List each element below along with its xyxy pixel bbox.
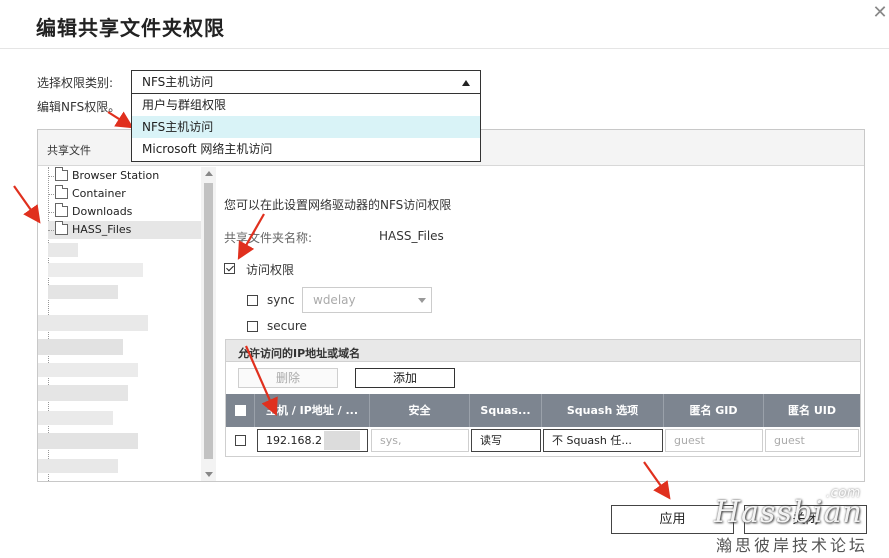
col-anon-gid[interactable]: 匿名 GID [664, 394, 764, 427]
col-security[interactable]: 安全 [370, 394, 470, 427]
folder-icon [55, 167, 68, 181]
tree-item-label: Downloads [72, 205, 133, 218]
select-all-cell [226, 394, 255, 427]
watermark-com: .com [826, 485, 861, 501]
obscured-tree-item [38, 459, 118, 473]
shared-folders-header: 共享文件 [47, 144, 91, 157]
ip-table-header: 主机 / IP地址 / ... 安全 Squas... Squash 选项 匿名… [226, 394, 860, 427]
chevron-down-icon [418, 298, 426, 303]
tree-scrollbar[interactable] [201, 167, 216, 481]
permission-type-label: 选择权限类别: [37, 76, 114, 90]
obscured-tree-item [38, 385, 128, 401]
anon-gid-field[interactable]: guest [665, 429, 763, 452]
tree-item-label: Browser Station [72, 169, 160, 182]
col-anon-uid[interactable]: 匿名 UID [764, 394, 860, 427]
ip-access-section: 允许访问的IP地址或域名 删除 添加 主机 / IP地址 / ... 安全 Sq… [225, 339, 861, 457]
close-icon[interactable]: ✕ [872, 2, 888, 24]
permission-type-select[interactable]: NFS主机访问 [131, 70, 481, 94]
scroll-up-icon[interactable] [205, 171, 213, 176]
main-panel: 共享文件 Browser Station Container Downloads… [37, 129, 865, 482]
scroll-down-icon[interactable] [205, 472, 213, 477]
delete-button[interactable]: 删除 [238, 368, 338, 388]
add-button[interactable]: 添加 [355, 368, 455, 388]
table-row: 192.168.2 sys, 读写 不 Squash 任... guest gu… [226, 427, 860, 455]
share-name-value: HASS_Files [379, 229, 444, 243]
squash-option-field[interactable]: 不 Squash 任... [543, 429, 663, 452]
folder-icon [55, 185, 68, 199]
obscured-tree-item [38, 363, 138, 377]
folder-icon [55, 203, 68, 217]
dropdown-option-nfs[interactable]: NFS主机访问 [132, 116, 480, 138]
title-divider [0, 48, 889, 49]
access-right-label: 访问权限 [246, 263, 295, 277]
obscured-tree-item [48, 263, 143, 277]
folder-tree: Browser Station Container Downloads HASS… [38, 167, 216, 481]
sync-checkbox[interactable] [247, 295, 258, 306]
host-value: 192.168.2 [266, 434, 322, 447]
obscured-tree-item [38, 433, 138, 449]
obscured-tree-item [38, 315, 148, 331]
watermark-cn: 瀚思彼岸技术论坛 [716, 536, 869, 555]
tree-item-container[interactable]: Container [48, 185, 208, 203]
col-host[interactable]: 主机 / IP地址 / ... [255, 394, 370, 427]
dialog-title: 编辑共享文件夹权限 [36, 16, 225, 40]
arrow-to-hass-files [13, 185, 41, 224]
folder-icon [55, 221, 68, 235]
secure-label: secure [267, 319, 307, 333]
nfs-description: 您可以在此设置网络驱动器的NFS访问权限 [224, 198, 452, 212]
sync-mode-value: wdelay [313, 293, 356, 307]
obscured-tree-item [48, 285, 118, 299]
obscured-tree-item [38, 411, 113, 425]
tree-item-hass-files[interactable]: HASS_Files [48, 221, 208, 239]
permission-type-dropdown: 用户与群组权限 NFS主机访问 Microsoft 网络主机访问 [131, 94, 481, 162]
scrollbar-thumb[interactable] [204, 183, 213, 459]
secure-checkbox[interactable] [247, 321, 258, 332]
share-name-label: 共享文件夹名称: [224, 231, 313, 245]
tree-item-label: HASS_Files [72, 223, 132, 236]
ip-section-header: 允许访问的IP地址或域名 [226, 340, 860, 362]
select-all-checkbox[interactable] [235, 405, 246, 416]
dropdown-option-microsoft[interactable]: Microsoft 网络主机访问 [132, 138, 480, 160]
edit-nfs-label: 编辑NFS权限。 [37, 100, 121, 114]
tree-item-downloads[interactable]: Downloads [48, 203, 208, 221]
squash-field[interactable]: 读写 [471, 429, 541, 452]
col-squash-option[interactable]: Squash 选项 [542, 394, 664, 427]
tree-item-browser-station[interactable]: Browser Station [48, 167, 208, 185]
obscured-tree-item [38, 339, 123, 355]
permission-type-selected: NFS主机访问 [142, 75, 214, 89]
obscured-ip-suffix [324, 431, 360, 450]
sync-mode-select[interactable]: wdelay [302, 287, 432, 313]
dropdown-option-user-group[interactable]: 用户与群组权限 [132, 94, 480, 116]
obscured-tree-item [48, 243, 78, 257]
col-squash[interactable]: Squas... [470, 394, 542, 427]
row-checkbox[interactable] [235, 435, 246, 446]
security-field[interactable]: sys, [371, 429, 469, 452]
sync-label: sync [267, 293, 295, 307]
host-field[interactable]: 192.168.2 [257, 429, 368, 452]
anon-uid-field[interactable]: guest [765, 429, 859, 452]
access-right-checkbox[interactable] [224, 263, 235, 274]
ip-section-title: 允许访问的IP地址或域名 [238, 347, 361, 360]
tree-item-label: Container [72, 187, 126, 200]
caret-up-icon [462, 80, 470, 86]
